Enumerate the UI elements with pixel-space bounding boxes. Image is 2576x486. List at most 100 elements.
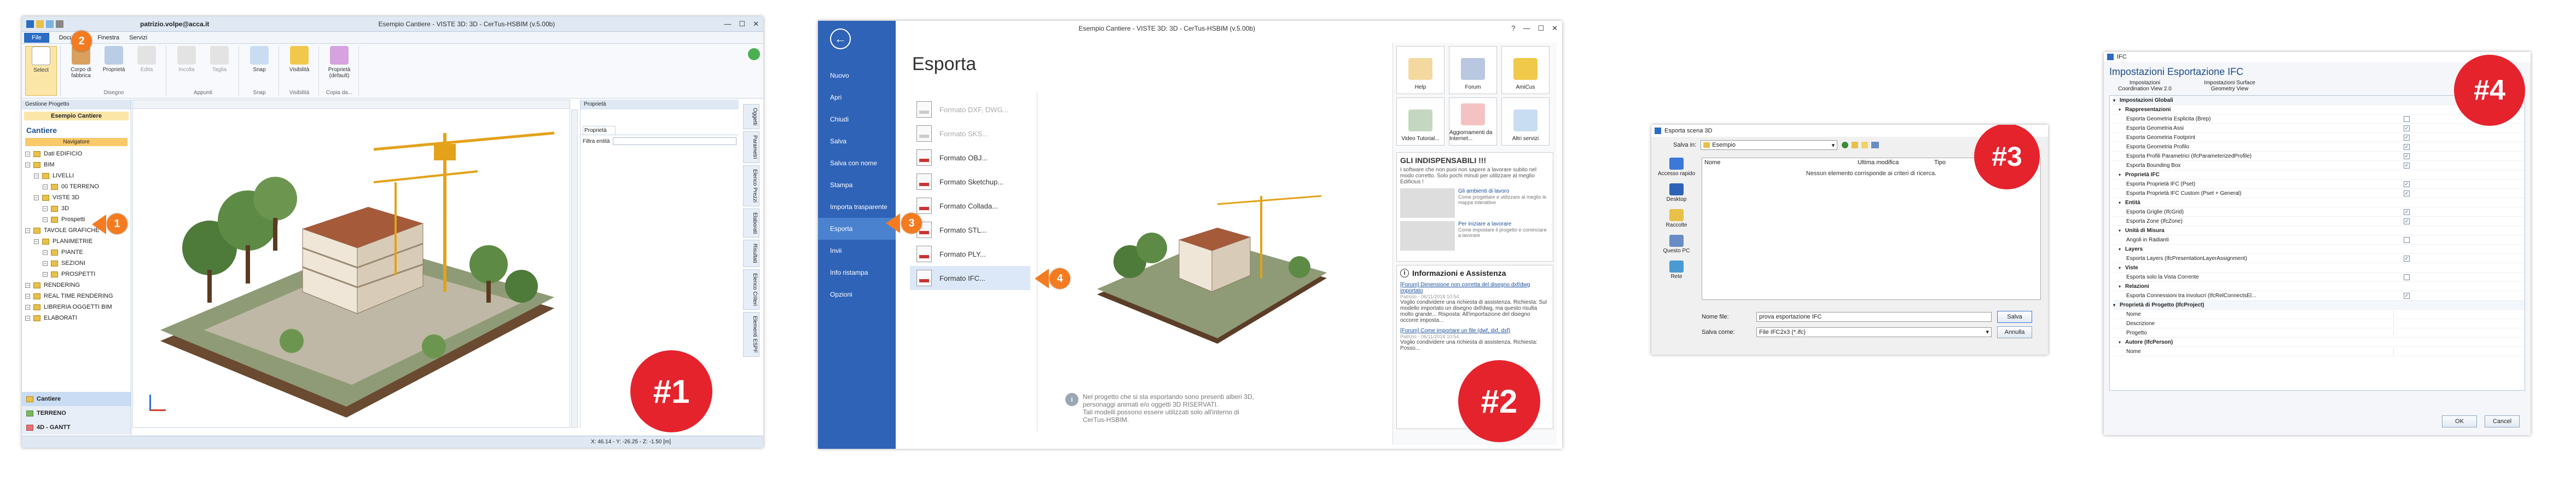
tab-servizi[interactable]: Servizi [129, 34, 147, 41]
format-item[interactable]: Formato STL... [910, 218, 1030, 242]
bottom-item-terreno[interactable]: TERRENO [22, 406, 131, 420]
tree-item[interactable]: − BIM [25, 159, 127, 170]
place-item[interactable]: Questo PC [1663, 235, 1690, 254]
ok-button[interactable]: OK [2442, 415, 2477, 427]
collapse-icon[interactable]: ▾ [2119, 107, 2125, 112]
ifc-setting-row[interactable]: Esporta Proprietà IFC (Pset) ✓ [2113, 180, 2525, 189]
tree-item[interactable]: − PLANIMETRIE [25, 236, 127, 247]
ifc-setting-row[interactable]: Esporta Proprietà IFC Custom (Pset + Gen… [2113, 189, 2525, 198]
nav-icons[interactable] [1842, 142, 1879, 148]
tab-surface-geometry[interactable]: Impostazioni Surface Geometry View [2197, 80, 2262, 92]
expand-icon[interactable]: − [43, 217, 48, 222]
expand-icon[interactable]: − [25, 282, 30, 288]
expand-icon[interactable]: − [34, 239, 39, 244]
setting-checkbox[interactable]: ✓ [2404, 209, 2410, 215]
format-item[interactable]: Formato Collada... [910, 194, 1030, 218]
help-tile[interactable]: Aggiornamenti da Internet... [1449, 97, 1497, 146]
setting-value-input[interactable] [2393, 310, 2525, 318]
tree-item[interactable]: − LIBRERIA OGGETTI BIM [25, 302, 127, 313]
expand-icon[interactable]: − [25, 162, 30, 167]
corpo-di-fabbrica-button[interactable]: Corpo di fabbrica [65, 46, 97, 90]
ifc-setting-row[interactable]: Esporta Geometria Esplicita (Brep) [2113, 114, 2525, 124]
setting-checkbox[interactable]: ✓ [2404, 181, 2410, 187]
expand-icon[interactable]: − [34, 173, 39, 178]
snap-button[interactable]: Snap [243, 46, 275, 90]
backstage-menu-item[interactable]: Nuovo [818, 65, 896, 86]
tree-item[interactable]: − VISTE 3D [25, 192, 127, 203]
cancel-button[interactable]: Annulla [1997, 326, 2032, 338]
expand-icon[interactable]: − [43, 261, 48, 266]
ifc-setting-row[interactable]: Esporta Profili Parametrici (IfcParamete… [2113, 152, 2525, 161]
tree-item[interactable]: − ELABORATI [25, 313, 127, 323]
expand-icon[interactable]: − [34, 195, 39, 200]
collapse-icon[interactable]: ▾ [2119, 228, 2125, 233]
help-tile[interactable]: Forum [1449, 46, 1497, 94]
back-icon[interactable] [1842, 142, 1849, 148]
help-tile[interactable]: Help [1396, 46, 1444, 94]
collapse-icon[interactable]: ▾ [2113, 303, 2120, 308]
cancel-button[interactable]: Cancel [2485, 415, 2520, 427]
minimize-icon[interactable]: — [1523, 24, 1530, 33]
close-icon[interactable]: ✕ [1552, 24, 1558, 33]
format-item[interactable]: Formato OBJ... [910, 146, 1030, 170]
ifc-setting-row[interactable]: Esporta Zone (IfcZone) ✓ [2113, 217, 2525, 226]
visibility-button[interactable]: Visibilità [283, 46, 315, 90]
cut-button[interactable]: Taglia [204, 46, 235, 90]
ifc-setting-row[interactable]: Angoli in Radianti [2113, 235, 2525, 245]
help-tile[interactable]: Video Tutorial... [1396, 97, 1444, 146]
format-item[interactable]: Formato Sketchup... [910, 170, 1030, 194]
ifc-setting-row[interactable]: Esporta Griglie (IfcGrid) ✓ [2113, 207, 2525, 217]
format-item[interactable]: Formato DXF, DWG... [910, 97, 1030, 121]
view-menu-icon[interactable] [1871, 142, 1879, 148]
up-folder-icon[interactable] [1852, 142, 1859, 148]
format-item[interactable]: Formato SKS... [910, 121, 1030, 146]
help-tile[interactable]: Altri servizi [1501, 97, 1550, 146]
help-icon[interactable]: ? [1511, 24, 1515, 33]
vertical-scrollbar[interactable] [571, 109, 578, 428]
filetype-select[interactable]: File IFC2x3 (*.ifc) ▾ [1756, 327, 1992, 337]
filename-input[interactable]: prova esportazione IFC [1756, 312, 1992, 322]
expand-icon[interactable]: − [25, 315, 30, 321]
properties-button[interactable]: Proprietà [98, 46, 130, 90]
backstage-menu-item[interactable]: Chiudi [818, 108, 896, 130]
collapse-icon[interactable]: ▾ [2113, 98, 2120, 103]
ifc-setting-row[interactable]: Esporta Connessioni tra involucri (IfcRe… [2113, 291, 2525, 300]
tab-finestra[interactable]: Finestra [97, 34, 119, 41]
setting-checkbox[interactable]: ✓ [2404, 218, 2410, 224]
new-folder-icon[interactable] [1861, 142, 1869, 148]
close-icon[interactable]: ✕ [753, 20, 759, 28]
tree-item[interactable]: − PROSPETTI [25, 269, 127, 280]
save-in-select[interactable]: Esempio ▾ [1701, 140, 1838, 150]
back-button[interactable]: ← [830, 28, 851, 49]
paste-button[interactable]: Incolla [171, 46, 202, 90]
tree-item[interactable]: − 00 TERRENO [25, 181, 127, 192]
side-tab[interactable]: Parametri [743, 131, 759, 163]
side-tab[interactable]: Elaborati [743, 208, 759, 238]
side-tab[interactable]: Elementi ESPF [743, 311, 759, 357]
user-email[interactable]: patrizio.volpe@acca.it [140, 20, 209, 28]
collapse-icon[interactable]: ▾ [2119, 172, 2125, 177]
collapse-icon[interactable]: ▾ [2119, 247, 2125, 252]
3d-viewport[interactable] [132, 100, 570, 428]
expand-icon[interactable]: − [25, 151, 30, 157]
backstage-menu-item[interactable]: Info ristampa [818, 262, 896, 284]
backstage-menu-item[interactable]: Invii [818, 240, 896, 262]
expand-icon[interactable]: − [43, 250, 48, 255]
tree-item[interactable]: − REAL TIME RENDERING [25, 291, 127, 302]
side-tab[interactable]: Elenco Prezzi [743, 165, 759, 206]
setting-checkbox[interactable]: ✓ [2404, 143, 2410, 150]
collapse-icon[interactable]: ▾ [2119, 284, 2125, 289]
ifc-setting-row[interactable]: Esporta Geometria Profilo ✓ [2113, 142, 2525, 152]
collapse-icon[interactable]: ▾ [2119, 200, 2125, 205]
setting-checkbox[interactable]: ✓ [2404, 255, 2410, 262]
qat-icons[interactable] [26, 20, 63, 28]
place-item[interactable]: Raccolte [1666, 209, 1687, 228]
ifc-setting-row[interactable]: Esporta Geometria Footprint ✓ [2113, 133, 2525, 142]
setting-checkbox[interactable]: ✓ [2404, 162, 2410, 169]
expand-icon[interactable]: − [43, 206, 48, 211]
tab-coordination-view[interactable]: Impostazioni Coordination View 2.0 [2115, 80, 2175, 92]
side-tab[interactable]: Oggetti [743, 104, 759, 130]
format-item[interactable]: Formato IFC... [910, 266, 1030, 290]
tree-item[interactable]: − RENDERING [25, 280, 127, 291]
expand-icon[interactable]: − [25, 293, 30, 299]
